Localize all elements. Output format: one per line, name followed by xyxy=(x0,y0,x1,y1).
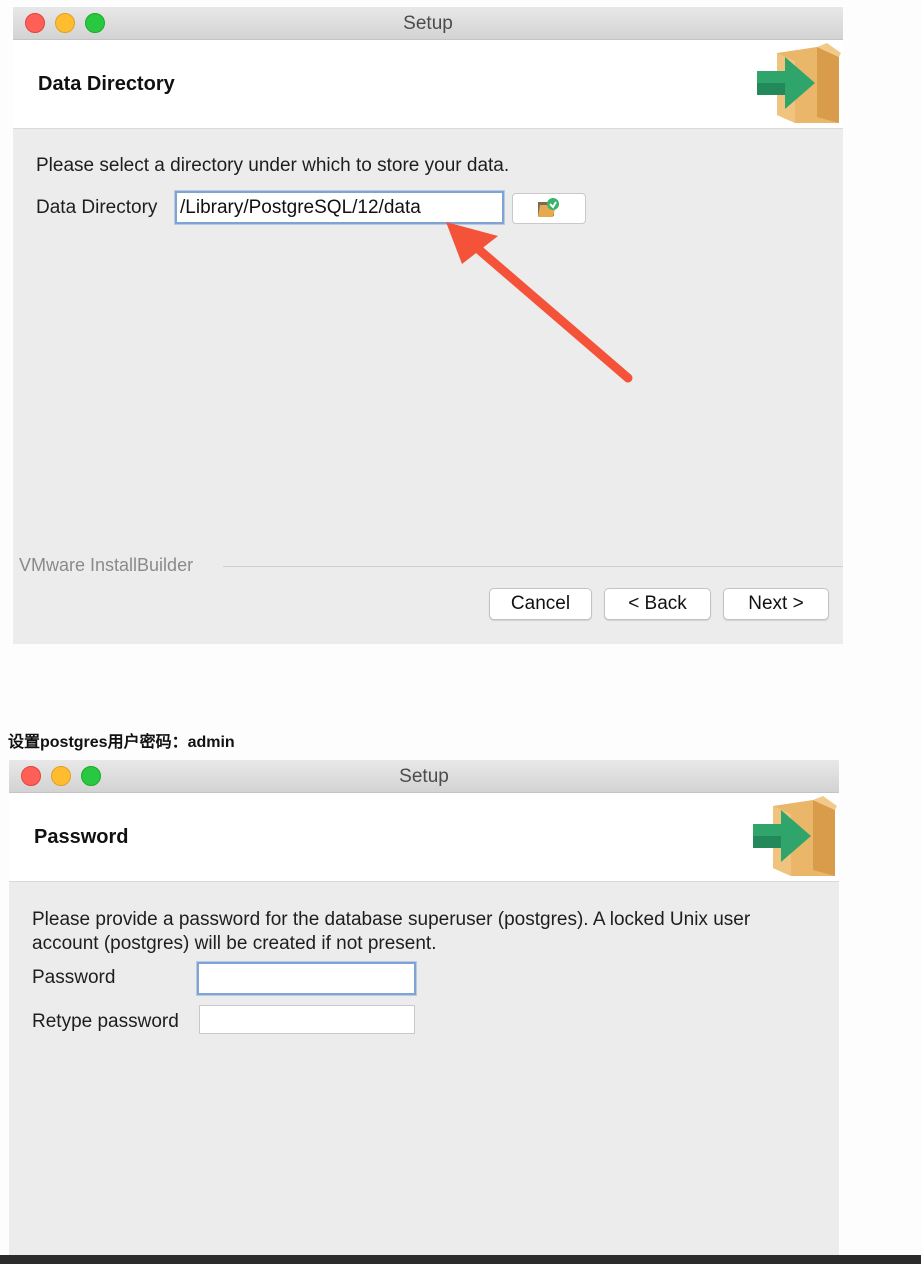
page-title: Password xyxy=(34,826,129,848)
instruction-text-line-1: Please provide a password for the databa… xyxy=(32,909,751,930)
installer-box-icon xyxy=(757,43,841,123)
bottom-bar xyxy=(0,1255,921,1264)
cancel-button[interactable]: Cancel xyxy=(489,588,592,620)
data-directory-input[interactable]: /Library/PostgreSQL/12/data xyxy=(175,191,504,224)
retype-password-field[interactable] xyxy=(199,1005,415,1034)
window-title: Setup xyxy=(403,13,453,34)
password-field[interactable] xyxy=(197,962,416,995)
window-title: Setup xyxy=(399,766,449,787)
title-bar[interactable]: Setup xyxy=(13,7,843,40)
browse-folder-button[interactable] xyxy=(512,193,586,224)
page-header: Data Directory xyxy=(13,40,843,129)
title-bar[interactable]: Setup xyxy=(9,760,839,793)
folder-icon xyxy=(538,198,559,217)
instruction-caption: 设置postgres用户密码：admin xyxy=(8,734,235,751)
page-header: Password xyxy=(9,793,839,882)
data-directory-label: Data Directory xyxy=(36,197,158,218)
installer-brand-label: VMware InstallBuilder xyxy=(19,555,194,575)
instruction-text: Please select a directory under which to… xyxy=(36,155,510,176)
footer-divider xyxy=(223,566,843,567)
instruction-text-line-2: account (postgres) will be created if no… xyxy=(32,933,437,954)
back-button[interactable]: < Back xyxy=(604,588,711,620)
retype-password-label: Retype password xyxy=(32,1011,179,1032)
next-button[interactable]: Next > xyxy=(723,588,829,620)
installer-box-icon xyxy=(753,796,837,876)
password-label: Password xyxy=(32,967,116,988)
setup-window-password: Setup Password Please provide a password… xyxy=(9,760,839,1255)
setup-window-data-directory: Setup Data Directory Please select a dir… xyxy=(13,7,843,644)
page-title: Data Directory xyxy=(38,73,175,95)
